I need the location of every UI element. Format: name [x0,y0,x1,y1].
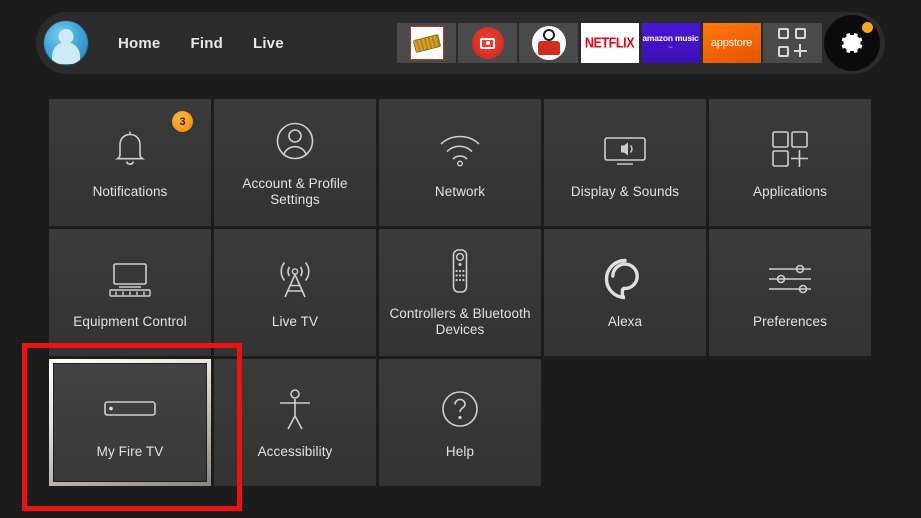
tile-label-account-profile-settings: Account & Profile Settings [220,176,370,208]
bell-icon [109,126,151,172]
grid-plus-glyph [778,28,808,58]
notifications-badge: 3 [172,111,193,132]
tile-applications[interactable]: Applications [709,99,871,226]
nav-link-find[interactable]: Find [190,35,222,52]
top-navigation-bar: Home Find Live NETFLIX amazon music ⌣ ap… [36,12,885,74]
tile-accessibility[interactable]: Accessibility [214,359,376,486]
app-shortcut-row: NETFLIX amazon music ⌣ appstore [395,12,885,74]
tile-label-preferences: Preferences [753,314,827,330]
avatar-body-shape [52,42,80,64]
tile-notifications[interactable]: 3 Notifications [49,99,211,226]
tv-circle-app-icon[interactable] [519,23,578,63]
tile-my-fire-tv[interactable]: My Fire TV [49,359,211,486]
appstore-app-icon[interactable]: appstore [702,23,761,63]
tile-alexa[interactable]: Alexa [544,229,706,356]
app-library-grid-icon[interactable] [763,23,822,63]
tile-account-profile-settings[interactable]: Account & Profile Settings [214,99,376,226]
netflix-wordmark: NETFLIX [581,23,639,63]
gear-icon[interactable] [824,15,880,71]
tile-label-accessibility: Accessibility [258,444,333,460]
accessibility-person-icon [275,386,315,432]
amazon-music-app-icon[interactable]: amazon music ⌣ [641,23,700,63]
tile-preferences[interactable]: Preferences [709,229,871,356]
cinema-ticket-app-icon[interactable] [397,23,456,63]
tile-live-tv[interactable]: Live TV [214,229,376,356]
tile-equipment-control[interactable]: Equipment Control [49,229,211,356]
fire-tv-stick-icon [101,386,159,432]
tile-label-notifications: Notifications [93,184,168,200]
tv-circle-glyph [532,26,566,60]
person-circle-icon [272,118,318,164]
tile-label-help: Help [446,444,474,460]
tile-controllers-bluetooth-devices[interactable]: Controllers & Bluetooth Devices [379,229,541,356]
tile-label-my-fire-tv: My Fire TV [97,444,164,460]
cinema-ticket-glyph [410,26,444,60]
alexa-ring-icon [603,256,647,302]
sliders-icon [764,256,816,302]
tile-label-network: Network [435,184,485,200]
wifi-icon [436,126,484,172]
tile-display-sounds[interactable]: Display & Sounds [544,99,706,226]
nav-link-home[interactable]: Home [118,35,160,52]
gear-glyph [837,28,867,58]
profile-avatar[interactable] [44,21,88,65]
broadcast-tower-icon [271,256,319,302]
tile-network[interactable]: Network [379,99,541,226]
amazon-music-word1: amazon [642,33,672,43]
nav-link-live[interactable]: Live [253,35,284,52]
amazon-music-word2: music [675,33,699,43]
tile-label-equipment-control: Equipment Control [73,314,187,330]
tv-speaker-icon [598,126,652,172]
tile-label-alexa: Alexa [608,314,642,330]
red-camera-app-icon[interactable] [458,23,517,63]
tv-soundbar-icon [103,256,157,302]
settings-tile-grid: 3 Notifications Account & Profile Settin… [49,99,871,486]
tile-label-display-sounds: Display & Sounds [571,184,679,200]
tile-label-live-tv: Live TV [272,314,318,330]
apps-grid-plus-icon [768,126,812,172]
question-mark-circle-icon [438,386,482,432]
tile-label-applications: Applications [753,184,827,200]
amazon-music-wordmark: amazon music ⌣ [642,23,700,63]
tile-label-controllers-bluetooth-devices: Controllers & Bluetooth Devices [385,306,535,338]
remote-control-icon [446,248,474,294]
gear-notification-dot [862,22,873,33]
red-camera-glyph [472,27,504,59]
appstore-wordmark: appstore [703,23,761,63]
tile-help[interactable]: Help [379,359,541,486]
netflix-app-icon[interactable]: NETFLIX [580,23,639,63]
